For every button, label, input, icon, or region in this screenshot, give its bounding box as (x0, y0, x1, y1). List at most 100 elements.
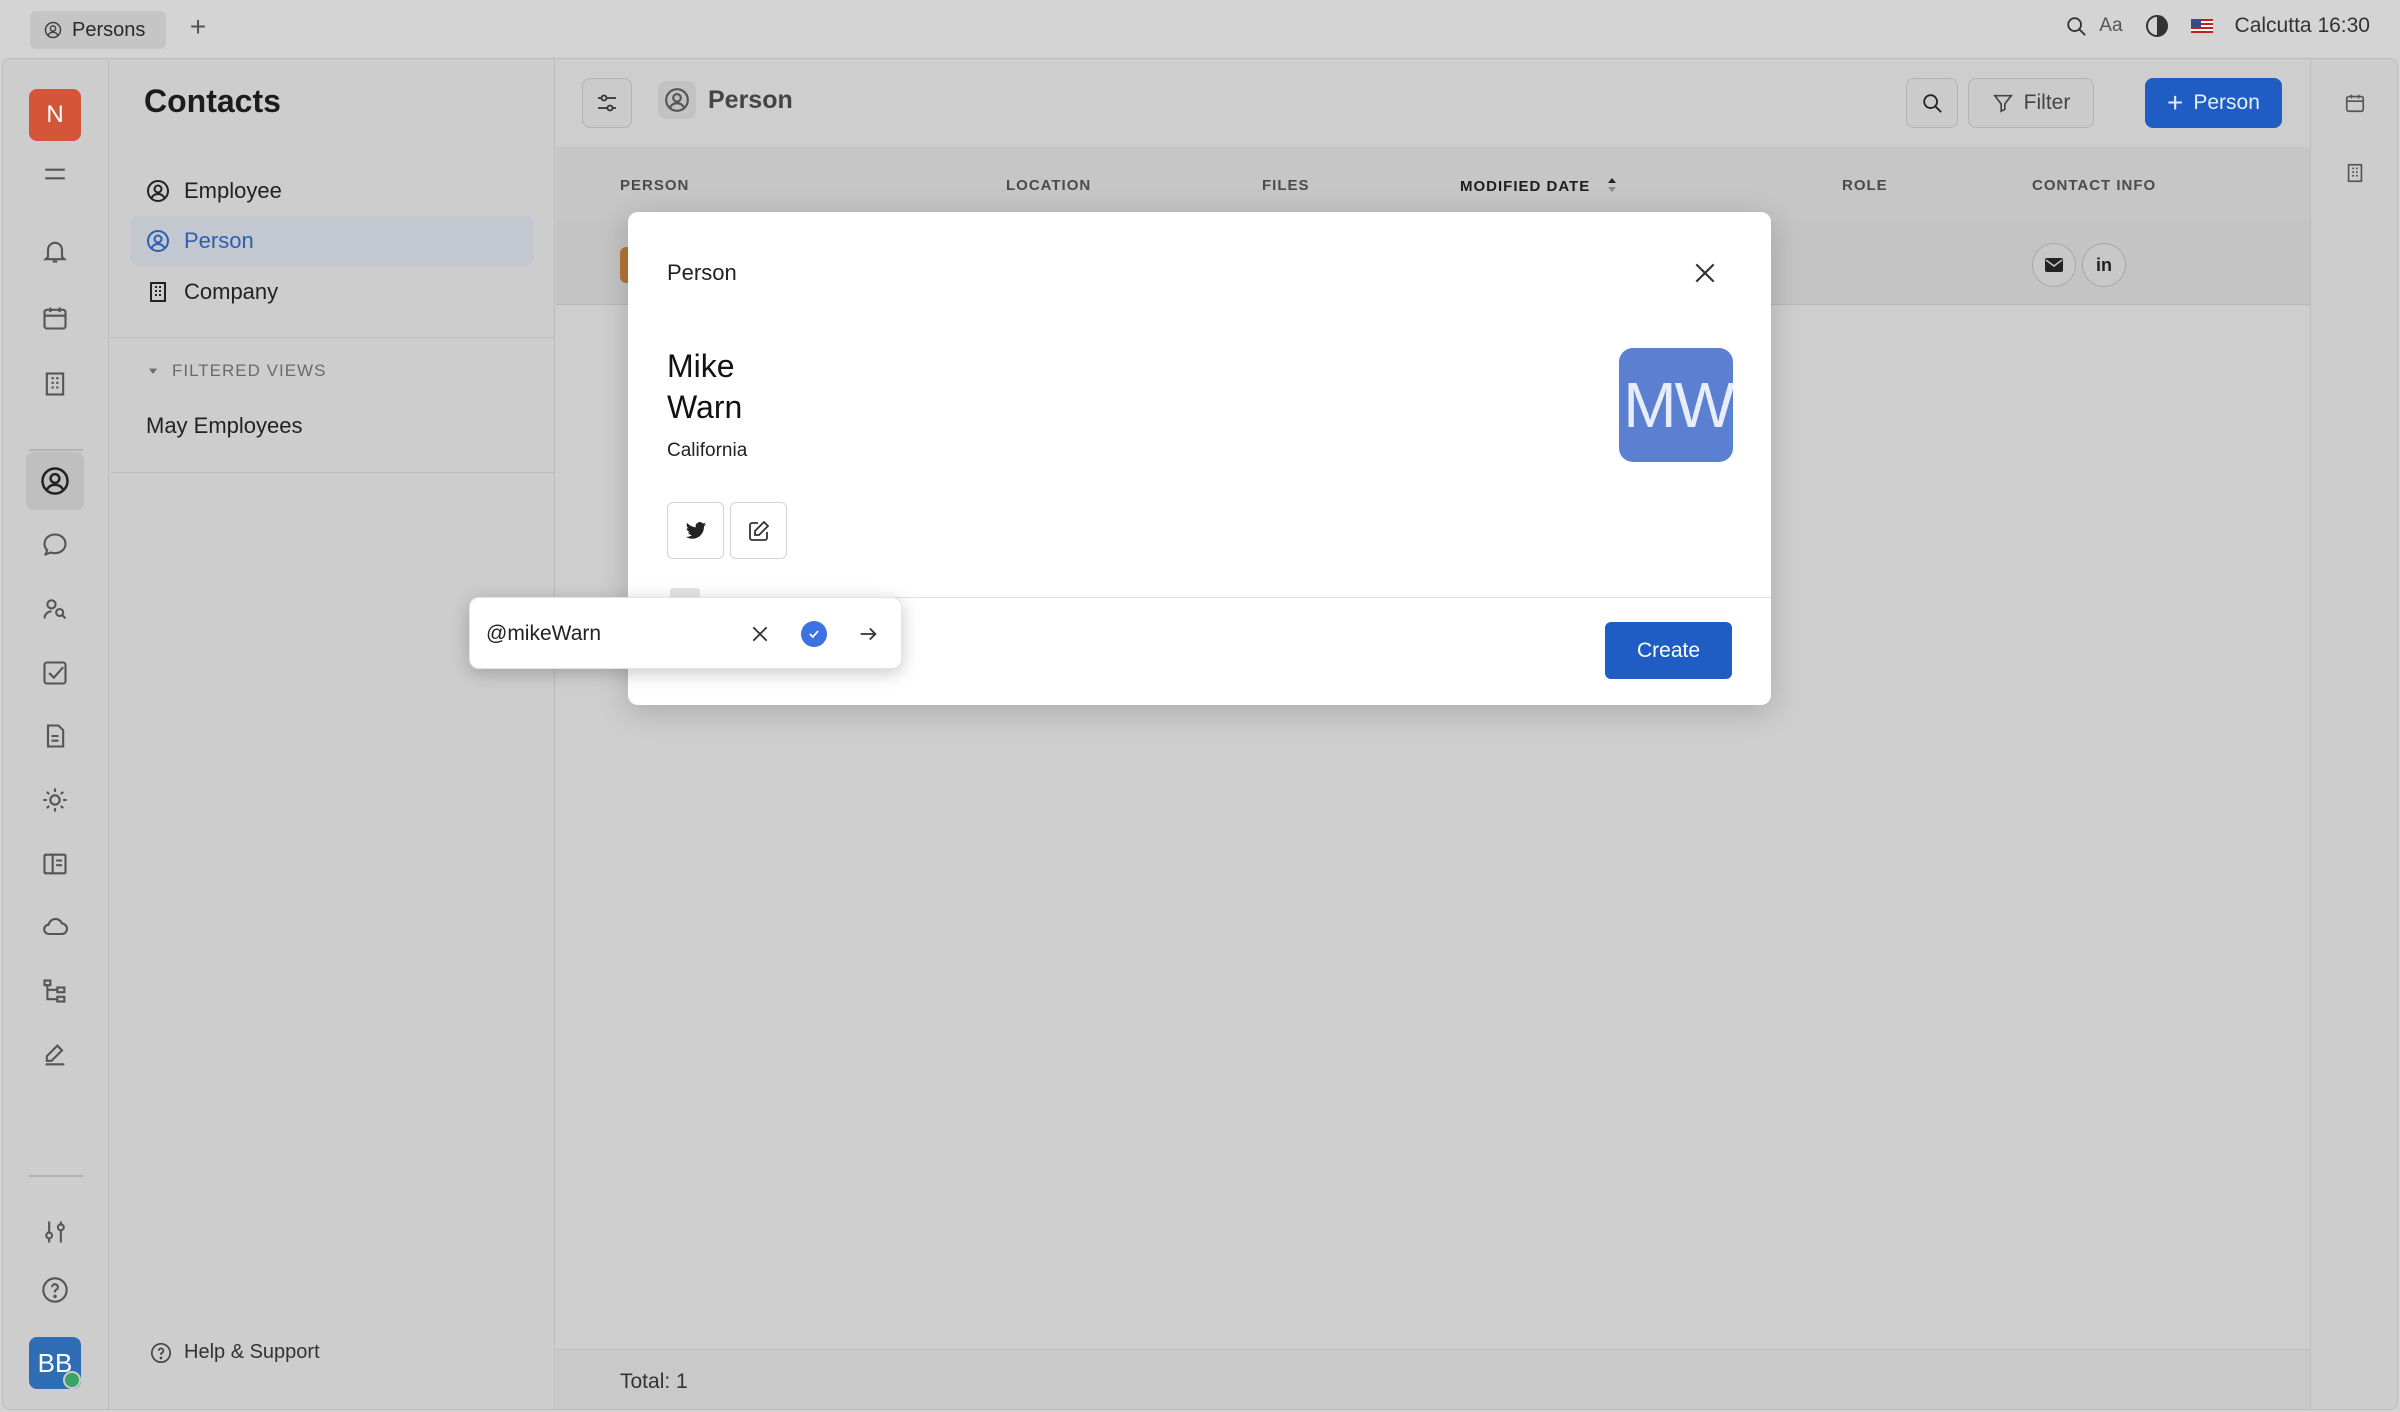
document-icon[interactable] (32, 713, 78, 759)
rail-divider (29, 449, 83, 451)
location-field[interactable]: California (667, 440, 747, 462)
last-name-field[interactable]: Warn (667, 389, 742, 426)
column-header-files[interactable]: FILES (1262, 177, 1310, 194)
contacts-icon[interactable] (26, 452, 84, 510)
chat-icon[interactable] (32, 522, 78, 568)
theme-toggle-icon[interactable] (2145, 14, 2169, 38)
navigator-divider (110, 337, 555, 338)
nav-item-label: Employee (184, 178, 282, 203)
online-status-indicator (63, 1371, 81, 1389)
create-button[interactable]: Create (1605, 622, 1732, 679)
confirm-button[interactable] (796, 616, 832, 652)
filter-button[interactable]: Filter (1968, 78, 2094, 128)
table-footer: Total: 1 (556, 1349, 2310, 1409)
content-header: Person Filter + Person (556, 59, 2310, 147)
filtered-view-item[interactable]: May Employees (146, 413, 303, 439)
help-support-label: Help & Support (184, 1341, 320, 1363)
bell-icon[interactable] (32, 228, 78, 274)
page-title-text: Person (708, 85, 793, 114)
navigator-divider (110, 472, 555, 473)
dialog-title: Person (667, 260, 737, 285)
check-icon (801, 621, 827, 647)
new-tab-button[interactable]: + (184, 12, 212, 44)
total-count: Total: 1 (620, 1370, 688, 1393)
person-circle-icon (44, 21, 62, 39)
table-header: PERSON LOCATION FILES MODIFIED DATE ROLE… (556, 147, 2310, 221)
close-icon[interactable] (1688, 256, 1722, 290)
avatar[interactable]: MW (1619, 348, 1733, 462)
first-name-field[interactable]: Mike (667, 348, 735, 385)
caret-down-icon (148, 368, 158, 374)
settings-sliders-icon[interactable] (32, 1209, 78, 1255)
cloud-icon[interactable] (32, 904, 78, 950)
person-circle-icon (658, 81, 696, 119)
new-person-label: Person (2193, 91, 2260, 114)
recruiting-icon[interactable] (32, 586, 78, 632)
tab-persons[interactable]: Persons (30, 11, 166, 49)
person-circle-icon (147, 230, 169, 252)
help-icon (151, 1342, 171, 1363)
filter-label: Filter (2023, 91, 2071, 114)
social-link-popup (469, 597, 902, 669)
popup-anchor (670, 588, 700, 597)
navigator-panel: Contacts Employee Person Company FILTERE… (110, 59, 555, 1409)
column-header-contact-info[interactable]: CONTACT INFO (2032, 177, 2156, 194)
search-button[interactable] (1906, 78, 1958, 128)
person-circle-icon (147, 180, 169, 202)
building-icon[interactable] (2344, 162, 2366, 189)
rail-divider (29, 1175, 83, 1177)
view-options-button[interactable] (582, 78, 632, 128)
nav-item-person[interactable]: Person (130, 216, 534, 266)
search-icon[interactable] (2065, 15, 2087, 37)
column-header-person[interactable]: PERSON (620, 177, 689, 194)
clear-button[interactable] (742, 616, 778, 652)
tab-label: Persons (72, 18, 146, 41)
new-person-button[interactable]: + Person (2145, 78, 2282, 128)
add-social-link-button[interactable] (730, 502, 787, 559)
calendar-icon[interactable] (2344, 92, 2366, 119)
edit-icon[interactable] (32, 1032, 78, 1078)
search-icon (1923, 94, 1942, 113)
close-icon (752, 626, 768, 642)
twitter-icon (685, 521, 706, 539)
top-bar: Persons + Aa Calcutta 16:30 (0, 0, 2400, 56)
workspace-badge[interactable]: N (29, 89, 81, 141)
twitter-handle-input[interactable] (486, 616, 716, 652)
app-rail: N BB (3, 59, 109, 1409)
nav-item-label: Company (184, 279, 279, 304)
navigator-title: Contacts (144, 83, 281, 119)
nav-item-employee[interactable]: Employee (130, 166, 534, 216)
sort-icon (1608, 178, 1617, 192)
sun-icon[interactable] (32, 777, 78, 823)
nav-item-company[interactable]: Company (130, 267, 534, 317)
arrow-right-icon (860, 627, 877, 641)
column-header-modified-date[interactable]: MODIFIED DATE (1460, 177, 1619, 195)
timezone-label[interactable]: Calcutta 16:30 (2235, 14, 2370, 38)
right-rail (2310, 59, 2397, 1409)
filtered-views-label: FILTERED VIEWS (172, 361, 327, 380)
calendar-icon[interactable] (32, 295, 78, 341)
linkedin-icon[interactable]: in (2082, 243, 2126, 287)
language-flag-icon[interactable] (2190, 19, 2213, 33)
column-header-role[interactable]: ROLE (1842, 177, 1888, 194)
help-support-link[interactable]: Help & Support (150, 1341, 320, 1364)
book-icon[interactable] (32, 841, 78, 887)
page-title: Person (658, 81, 793, 119)
building-icon[interactable] (32, 361, 78, 407)
open-link-button[interactable] (850, 616, 886, 652)
twitter-button[interactable] (667, 502, 724, 559)
sliders-icon (598, 94, 616, 112)
filtered-views-toggle[interactable]: FILTERED VIEWS (146, 361, 326, 381)
email-icon[interactable] (2032, 243, 2076, 287)
edit-icon (748, 520, 769, 541)
plus-icon: + (2167, 87, 2184, 118)
filter-icon (1992, 94, 2013, 113)
column-header-location[interactable]: LOCATION (1006, 177, 1091, 194)
font-size-button[interactable]: Aa (2099, 15, 2122, 37)
hierarchy-icon[interactable] (32, 968, 78, 1014)
building-icon (150, 282, 166, 302)
menu-icon[interactable] (32, 151, 78, 197)
nav-item-label: Person (184, 228, 254, 253)
help-icon[interactable] (32, 1267, 78, 1313)
tasks-icon[interactable] (32, 650, 78, 696)
